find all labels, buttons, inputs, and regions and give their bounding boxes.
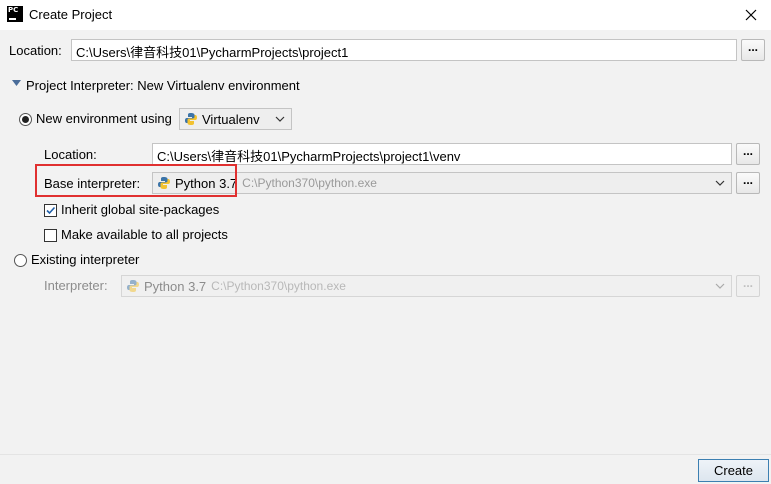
make-available-label: Make available to all projects [61,227,228,242]
window-title: Create Project [29,7,113,22]
existing-interpreter-version: Python 3.7 [144,278,207,294]
location-browse-button[interactable]: ... [741,39,765,61]
existing-interpreter-label: Existing interpreter [31,252,140,267]
venv-location-browse-button[interactable]: ... [736,143,760,165]
base-interpreter-path: C:\Python370\python.exe [242,176,377,190]
python-icon [185,113,197,125]
environment-type-value: Virtualenv [202,111,260,127]
close-icon [745,9,757,21]
new-environment-radio[interactable] [19,113,32,126]
existing-interpreter-radio[interactable] [14,254,27,267]
interpreter-section-title: Project Interpreter: New Virtualenv envi… [26,78,300,93]
close-button[interactable] [731,0,771,30]
venv-location-input[interactable]: C:\Users\律音科技01\PycharmProjects\project1… [152,143,732,165]
dialog-content [0,30,771,454]
chevron-down-icon [715,180,725,186]
inherit-site-packages-checkbox[interactable] [44,204,57,217]
footer-divider [0,454,771,455]
chevron-down-icon [715,283,725,289]
existing-interpreter-path: C:\Python370\python.exe [211,279,346,293]
existing-interpreter-select[interactable]: Python 3.7 C:\Python370\python.exe [121,275,732,297]
base-interpreter-browse-button[interactable]: ... [736,172,760,194]
chevron-down-icon [275,116,285,122]
highlight-annotation [35,164,237,197]
location-label: Location: [9,43,62,58]
environment-type-select[interactable]: Virtualenv [179,108,292,130]
pycharm-logo-icon: PC [7,6,23,22]
make-available-checkbox[interactable] [44,229,57,242]
new-environment-label: New environment using [36,111,172,126]
existing-interpreter-browse-button[interactable]: ... [736,275,760,297]
base-interpreter-select[interactable]: Python 3.7 C:\Python370\python.exe [152,172,732,194]
checkmark-icon [46,206,56,215]
interpreter-section-toggle[interactable] [12,79,21,87]
inherit-site-packages-label: Inherit global site-packages [61,202,220,217]
triangle-down-icon [12,80,21,86]
create-button[interactable]: Create [698,459,769,482]
title-bar: PC Create Project [0,0,771,30]
python-icon [127,280,139,292]
location-input[interactable]: C:\Users\律音科技01\PycharmProjects\project1 [71,39,737,61]
interpreter-label: Interpreter: [44,278,108,293]
venv-location-label: Location: [44,147,97,162]
